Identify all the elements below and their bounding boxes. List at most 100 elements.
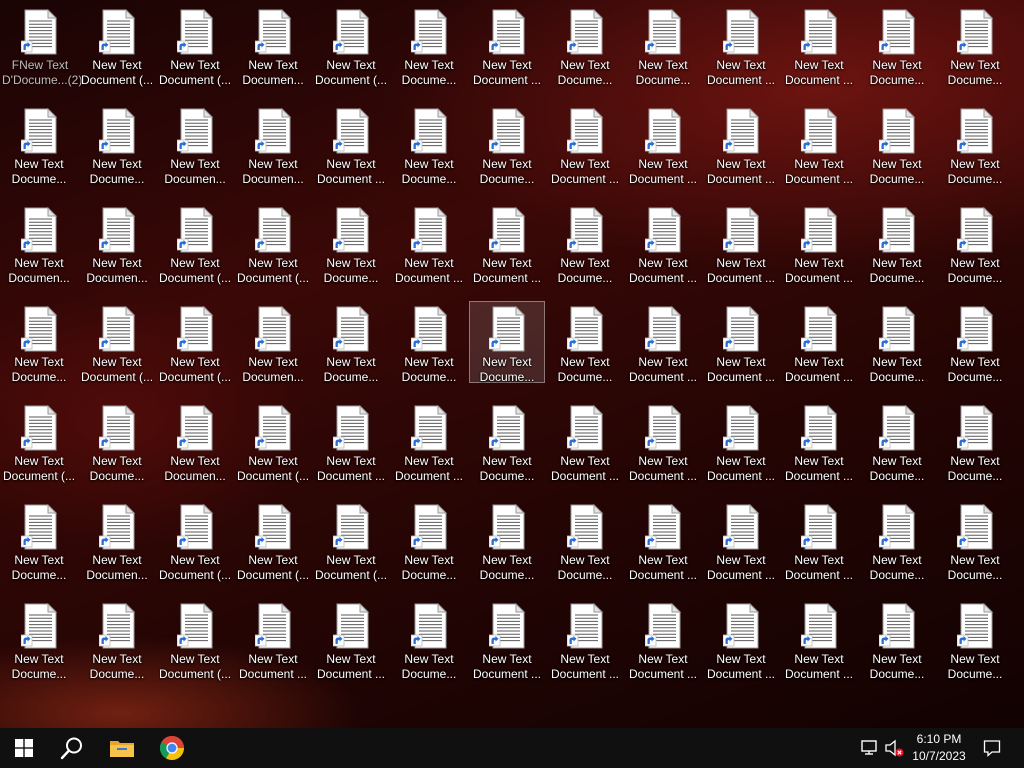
desktop-icon-new-text-document[interactable]: New Text Docume... <box>469 499 545 582</box>
desktop-icon-new-text-document[interactable]: New Text Document (... <box>235 400 311 483</box>
chrome-button[interactable] <box>148 728 196 768</box>
start-button[interactable] <box>0 728 48 768</box>
search-button[interactable] <box>48 728 96 768</box>
desktop-icon-new-text-document[interactable]: New Text Document ... <box>547 103 623 186</box>
desktop-background[interactable]: New TextDocume...(2)FNew TextD'Docume...… <box>0 0 1024 728</box>
desktop-icon-new-text-document[interactable]: New Text Docume... <box>859 301 935 384</box>
desktop-icon-new-text-document[interactable]: New Text Docume... <box>79 598 155 681</box>
desktop-icon-new-text-document[interactable]: New Text Docume... <box>937 103 1013 186</box>
desktop-icon-new-text-document[interactable]: New Text Document (... <box>79 4 155 87</box>
desktop-icon-new-text-document[interactable]: New Text Document ... <box>625 598 701 681</box>
desktop-icon-new-text-document[interactable]: New Text Document ... <box>625 301 701 384</box>
desktop-icon-new-text-document[interactable]: New Text Docume... <box>391 301 467 384</box>
desktop-icon-new-text-document[interactable]: New Text Document (... <box>79 301 155 384</box>
desktop-icon-new-text-document[interactable]: New Text Docume... <box>937 499 1013 582</box>
desktop-icon-new-text-document[interactable]: New Text Docume... <box>1 103 77 186</box>
desktop-icon-new-text-document[interactable]: New Text Document (... <box>313 499 389 582</box>
desktop-icon-new-text-document[interactable]: New Text Documen... <box>79 499 155 582</box>
desktop-icon-new-text-document[interactable]: New Text Docume... <box>391 4 467 87</box>
desktop-icon-new-text-document[interactable]: New Text Document (... <box>157 499 233 582</box>
network-tray-button[interactable] <box>860 738 882 758</box>
desktop-icon-new-text-document[interactable]: New Text Document ... <box>469 598 545 681</box>
desktop-icon-new-text-document[interactable]: New Text Documen... <box>235 301 311 384</box>
volume-tray-button[interactable] <box>884 738 906 758</box>
desktop-icon-new-text-document[interactable]: New Text Document (... <box>157 301 233 384</box>
taskbar-clock[interactable]: 6:10 PM 10/7/2023 <box>906 730 972 767</box>
desktop-icon-new-text-document[interactable]: New Text Document ... <box>703 400 779 483</box>
desktop-icon-new-text-document[interactable]: New Text Docume... <box>859 103 935 186</box>
desktop-icon-new-text-document[interactable]: New Text Docume... <box>859 400 935 483</box>
desktop-icon-new-text-document[interactable]: New Text Document ... <box>547 598 623 681</box>
desktop-icon-new-text-document[interactable]: New Text Document ... <box>781 202 857 285</box>
desktop-icon-new-text-document[interactable]: New Text Document ... <box>703 598 779 681</box>
desktop-icon-new-text-document[interactable]: New Text Docume... <box>937 598 1013 681</box>
desktop-icon-new-text-document[interactable]: New Text Document ... <box>703 103 779 186</box>
desktop-icon-new-text-document[interactable]: New Text Docume... <box>859 4 935 87</box>
desktop-icon-new-text-document[interactable]: New Text Document (... <box>235 202 311 285</box>
notification-center-button[interactable] <box>978 728 1006 768</box>
desktop-icon-new-text-document[interactable]: New Text Documen... <box>235 103 311 186</box>
desktop-icon-new-text-document[interactable]: New Text Document ... <box>313 103 389 186</box>
desktop-icon-new-text-document[interactable]: New Text Docume... <box>391 598 467 681</box>
desktop-icon-new-text-document[interactable]: New Text Document ... <box>313 400 389 483</box>
desktop-icon-new-text-document[interactable]: New Text Document ... <box>547 400 623 483</box>
desktop-icon-new-text-document[interactable]: New Text Document ... <box>781 4 857 87</box>
desktop-icon-new-text-document[interactable]: New Text Docume... <box>859 499 935 582</box>
desktop-icon-new-text-document[interactable]: New Text Document ... <box>391 400 467 483</box>
desktop-icon-new-text-document[interactable]: New Text Document (... <box>235 499 311 582</box>
desktop-icon-new-text-document[interactable]: New Text Document ... <box>781 598 857 681</box>
desktop-icon-new-text-document[interactable]: New Text Docume... <box>391 103 467 186</box>
desktop-icon-new-text-document[interactable]: New Text Document ... <box>625 400 701 483</box>
desktop-icon-new-text-document[interactable]: New Text Docume... <box>469 400 545 483</box>
desktop-icon-new-text-document[interactable]: New Text Docume... <box>1 499 77 582</box>
desktop-icon-new-text-document[interactable]: New Text Docume... <box>547 499 623 582</box>
desktop-icon-new-text-document[interactable]: New Text Document ... <box>703 4 779 87</box>
desktop-icon-new-text-document[interactable]: New Text Docume... <box>1 598 77 681</box>
desktop-icon-new-text-document[interactable]: New Text Docume... <box>547 4 623 87</box>
desktop-icon-new-text-document[interactable]: New Text Document ... <box>703 202 779 285</box>
desktop-icon-new-text-document[interactable]: New Text Docume... <box>937 301 1013 384</box>
file-explorer-button[interactable] <box>98 728 146 768</box>
desktop-icon-new-text-document[interactable]: New Text Docume... <box>625 4 701 87</box>
desktop-icon-new-text-document[interactable]: New Text Docume... <box>547 202 623 285</box>
desktop-icon-new-text-document[interactable]: New Text Documen... <box>1 202 77 285</box>
desktop-icon-new-text-document[interactable]: New Text Docume... <box>79 400 155 483</box>
desktop-icon-new-text-document[interactable]: New Text Document (... <box>313 4 389 87</box>
desktop-icon-new-text-document[interactable]: New Text Document ... <box>625 103 701 186</box>
desktop-icon-new-text-document[interactable]: New Text Document ... <box>703 301 779 384</box>
desktop-icon-new-text-document[interactable]: New Text Document ... <box>781 103 857 186</box>
desktop-icon-new-text-document[interactable]: New Text Document ... <box>469 202 545 285</box>
desktop-icon-new-text-document[interactable]: New Text Document ... <box>781 400 857 483</box>
desktop-icon-new-text-document[interactable]: New Text Document (... <box>1 400 77 483</box>
desktop-icon-new-text-document[interactable]: New Text Docume... <box>937 400 1013 483</box>
desktop-icon-new-text-document[interactable]: New Text Documen... <box>157 400 233 483</box>
desktop-icon-new-text-document[interactable]: New Text Docume... <box>937 202 1013 285</box>
desktop-icon-new-text-document[interactable]: New Text Documen... <box>235 4 311 87</box>
desktop-icon-new-text-document[interactable]: New Text Docume... <box>469 103 545 186</box>
desktop-icon-new-text-document[interactable]: New Text Document ... <box>625 499 701 582</box>
desktop-icon-new-text-document[interactable]: New Text Documen... <box>157 103 233 186</box>
desktop-icon-new-text-document[interactable]: New Text Document ... <box>703 499 779 582</box>
desktop-icon-new-text-document[interactable]: New Text Docume... <box>1 301 77 384</box>
desktop-icon-new-text-document[interactable]: New Text Document ... <box>625 202 701 285</box>
desktop-icon-new-text-document[interactable]: New Text Document (... <box>157 598 233 681</box>
desktop-icon-new-text-document[interactable]: New Text Document ... <box>781 301 857 384</box>
desktop-icon-new-text-document[interactable]: New TextDocume...(2)FNew TextD'Docume...… <box>1 4 82 87</box>
desktop-icon-new-text-document[interactable]: New Text Docume... <box>313 301 389 384</box>
desktop-icon-new-text-document[interactable]: New Text Document ... <box>391 202 467 285</box>
desktop-icon-new-text-document[interactable]: New Text Docume... <box>937 4 1013 87</box>
desktop-icon-new-text-document[interactable]: New Text Docume... <box>469 301 545 384</box>
desktop-icon-new-text-document[interactable]: New Text Docume... <box>391 499 467 582</box>
desktop-icon-new-text-document[interactable]: New Text Document ... <box>313 598 389 681</box>
desktop-icon-new-text-document[interactable]: New Text Documen... <box>79 202 155 285</box>
desktop-icon-new-text-document[interactable]: New Text Docume... <box>859 202 935 285</box>
desktop-icon-new-text-document[interactable]: New Text Docume... <box>313 202 389 285</box>
desktop-icon-new-text-document[interactable]: New Text Document (... <box>157 4 233 87</box>
desktop-icon-new-text-document[interactable]: New Text Document (... <box>157 202 233 285</box>
desktop-icon-new-text-document[interactable]: New Text Docume... <box>547 301 623 384</box>
desktop-icon-new-text-document[interactable]: New Text Docume... <box>79 103 155 186</box>
desktop-icon-new-text-document[interactable]: New Text Document ... <box>469 4 545 87</box>
desktop-icon-new-text-document[interactable]: New Text Document ... <box>235 598 311 681</box>
desktop-icon-new-text-document[interactable]: New Text Docume... <box>859 598 935 681</box>
desktop-icon-new-text-document[interactable]: New Text Document ... <box>781 499 857 582</box>
